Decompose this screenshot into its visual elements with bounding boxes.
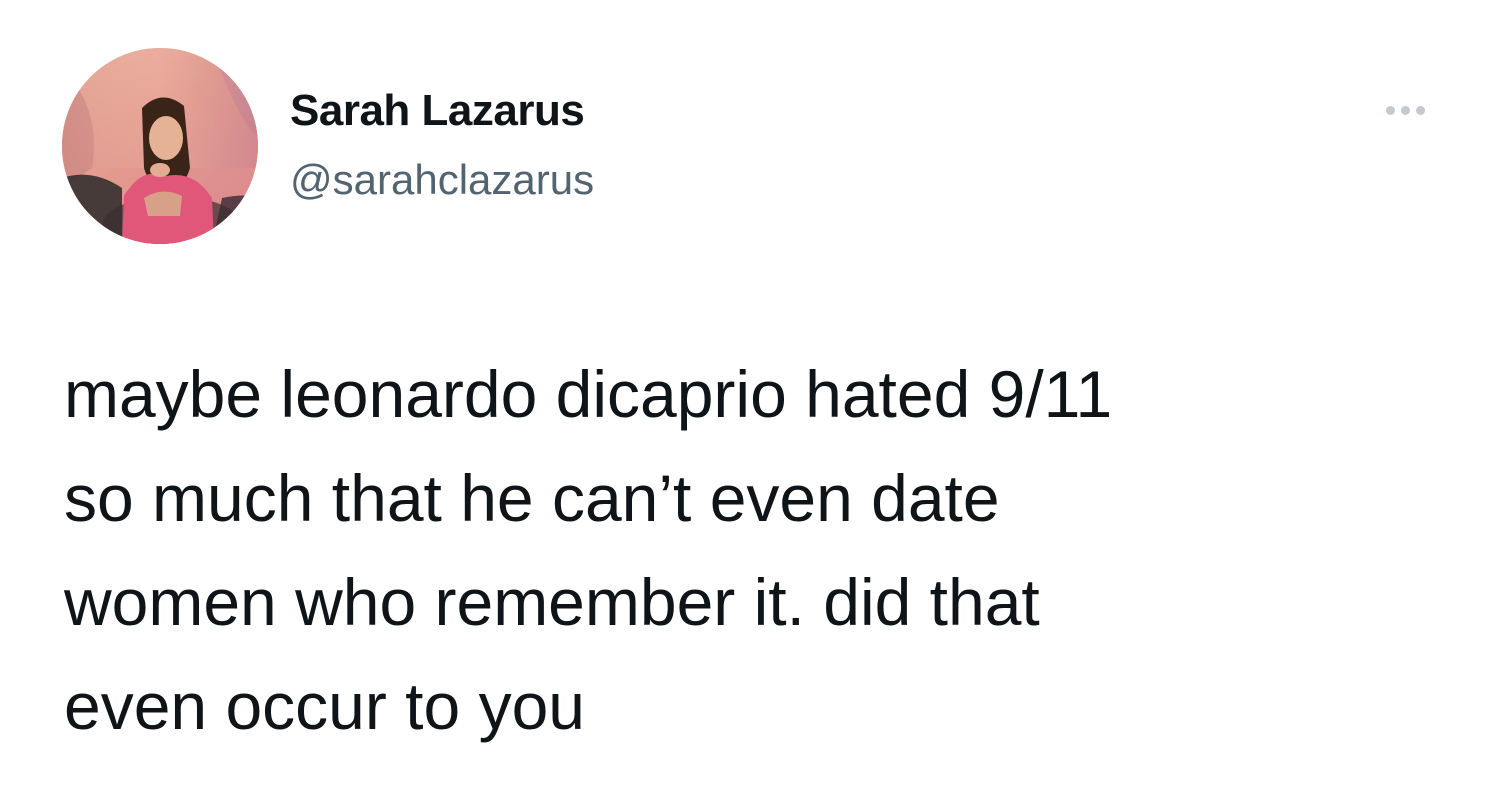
more-options-icon — [1400, 105, 1410, 115]
author-display-name[interactable]: Sarah Lazarus — [290, 86, 585, 137]
more-options-button[interactable] — [1370, 90, 1440, 130]
avatar[interactable] — [62, 48, 258, 244]
tweet-text-line: women who remember it. did that — [64, 565, 1040, 639]
tweet-text-line: so much that he can’t even date — [64, 461, 1000, 535]
more-options-icon — [1385, 105, 1395, 115]
tweet-text: maybe leonardo dicaprio hated 9/11 so mu… — [64, 342, 1444, 758]
avatar-photo — [62, 48, 258, 244]
tweet-text-line: maybe leonardo dicaprio hated 9/11 — [64, 357, 1113, 431]
tweet-card: Sarah Lazarus @sarahclazarus maybe leona… — [0, 0, 1500, 800]
more-options-icon — [1415, 105, 1425, 115]
author-handle[interactable]: @sarahclazarus — [290, 156, 594, 204]
tweet-text-line: even occur to you — [64, 669, 585, 743]
